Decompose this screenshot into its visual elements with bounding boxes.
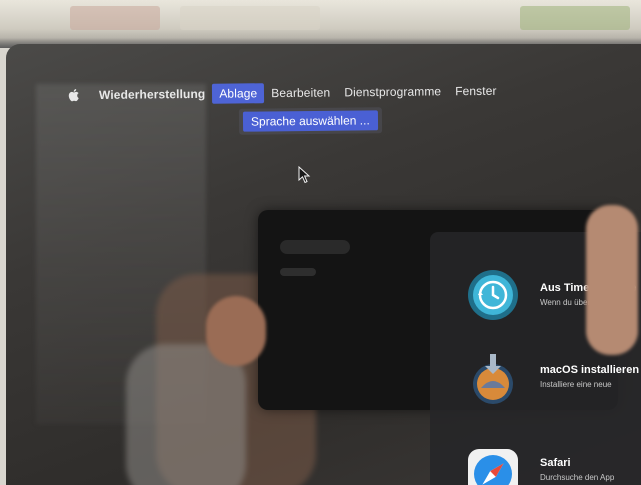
phone-ui-blur [280,240,350,254]
time-machine-icon [468,270,518,320]
menu-item-sprache-auswaehlen[interactable]: Sprache auswählen ... [242,110,378,132]
hand-finger [586,205,638,355]
menu-bar: Wiederherstellung Ablage Bearbeiten Dien… [66,80,504,107]
menu-ablage[interactable]: Ablage [212,83,265,104]
background-window-blur [70,6,160,30]
photo-background [0,0,641,48]
phone-ui-blur [280,268,316,276]
macos-installer-icon [473,354,513,404]
menu-fenster[interactable]: Fenster [448,81,504,102]
recovery-option-subtitle: Installiere eine neue [540,380,612,389]
ablage-dropdown-menu: Sprache auswählen ... [238,107,382,135]
menu-app-name[interactable]: Wiederherstellung [92,84,212,105]
recovery-option-subtitle: Durchsuche den App [540,473,615,482]
recovery-option-title: Safari [540,457,571,469]
hand-finger [206,296,266,366]
recovery-option-macos-install[interactable]: macOS installieren Installiere eine neue [430,352,641,412]
apple-logo-icon[interactable] [66,87,82,103]
recovery-option-safari[interactable]: Safari Durchsuche den App [430,447,641,485]
recovery-option-title: macOS installieren [540,364,640,376]
mouse-pointer-icon [298,166,311,184]
background-foliage-blur [520,6,630,30]
menu-dienstprogramme[interactable]: Dienstprogramme [337,81,448,102]
background-window-blur [180,6,320,30]
safari-compass-icon [468,449,518,485]
menu-bearbeiten[interactable]: Bearbeiten [264,82,337,103]
